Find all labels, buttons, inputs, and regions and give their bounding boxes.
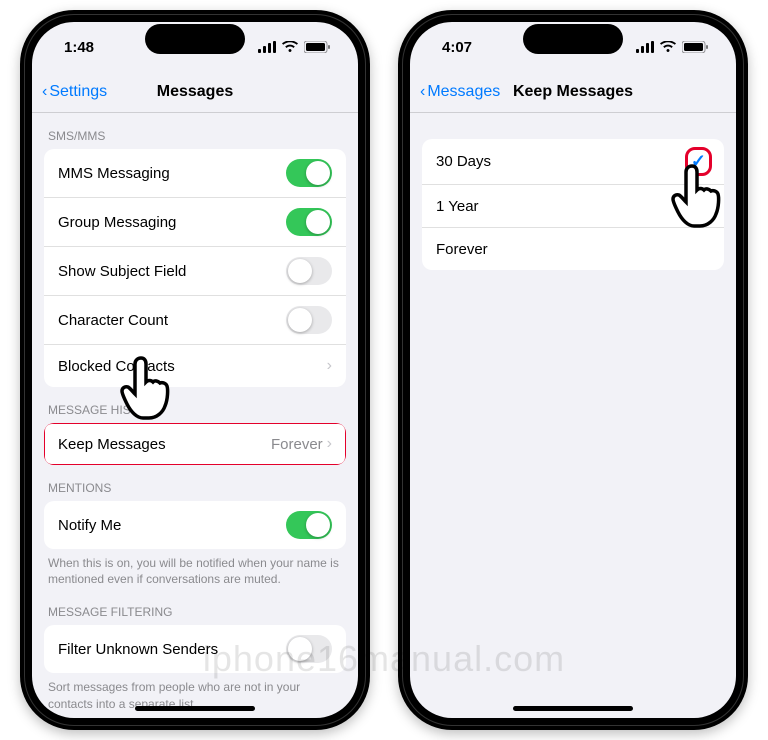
- toggle-filter[interactable]: [286, 635, 332, 663]
- row-label: Blocked Contacts: [58, 358, 175, 375]
- row-label: Notify Me: [58, 517, 121, 534]
- row-option-forever[interactable]: Forever: [422, 227, 724, 270]
- row-label: Show Subject Field: [58, 263, 186, 280]
- row-label: Filter Unknown Senders: [58, 641, 218, 658]
- back-label: Settings: [49, 83, 107, 101]
- checkmark-icon: ✓: [687, 149, 710, 174]
- row-filter-unknown[interactable]: Filter Unknown Senders: [44, 625, 346, 673]
- chevron-left-icon: ‹: [420, 83, 425, 101]
- nav-bar: ‹ Messages Keep Messages: [410, 72, 736, 113]
- chevron-right-icon: ›: [327, 357, 332, 375]
- row-label: 30 Days: [436, 153, 491, 170]
- battery-icon: [682, 41, 708, 53]
- status-time: 4:07: [442, 39, 472, 56]
- dynamic-island: [523, 24, 623, 54]
- row-value: Forever: [271, 436, 323, 453]
- home-indicator[interactable]: [135, 706, 255, 711]
- row-notify-me[interactable]: Notify Me: [44, 501, 346, 549]
- phone-left-frame: 1:48 ‹ Settings Messages SMS/MMS MM: [20, 10, 370, 730]
- row-character-count[interactable]: Character Count: [44, 295, 346, 344]
- row-label: Character Count: [58, 312, 168, 329]
- row-blocked-contacts[interactable]: Blocked Contacts ›: [44, 344, 346, 387]
- wifi-icon: [282, 41, 298, 53]
- section-header-history: MESSAGE HISTORY: [32, 387, 358, 423]
- toggle-charcount[interactable]: [286, 306, 332, 334]
- row-show-subject[interactable]: Show Subject Field: [44, 246, 346, 295]
- back-label: Messages: [427, 83, 500, 101]
- row-keep-messages[interactable]: Keep Messages Forever ›: [44, 423, 346, 465]
- wifi-icon: [660, 41, 676, 53]
- home-indicator[interactable]: [513, 706, 633, 711]
- row-label: MMS Messaging: [58, 165, 170, 182]
- section-header-sms: SMS/MMS: [32, 113, 358, 149]
- phone-right-frame: 4:07 ‹ Messages Keep Messages 30 Days: [398, 10, 748, 730]
- section-header-audio: AUDIO MESSAGES: [32, 714, 358, 718]
- row-option-30days[interactable]: 30 Days ✓: [422, 139, 724, 184]
- section-header-mentions: MENTIONS: [32, 465, 358, 501]
- toggle-notify[interactable]: [286, 511, 332, 539]
- dynamic-island: [145, 24, 245, 54]
- row-label: Keep Messages: [58, 436, 166, 453]
- back-button[interactable]: ‹ Settings: [42, 83, 107, 101]
- row-label: 1 Year: [436, 198, 479, 215]
- battery-icon: [304, 41, 330, 53]
- status-time: 1:48: [64, 39, 94, 56]
- chevron-right-icon: ›: [327, 435, 332, 453]
- row-option-1year[interactable]: 1 Year: [422, 184, 724, 227]
- back-button[interactable]: ‹ Messages: [420, 83, 500, 101]
- row-label: Group Messaging: [58, 214, 176, 231]
- section-footer-notify: When this is on, you will be notified wh…: [32, 549, 358, 589]
- toggle-group[interactable]: [286, 208, 332, 236]
- row-group-messaging[interactable]: Group Messaging: [44, 197, 346, 246]
- signal-icon: [258, 41, 276, 53]
- section-header-filter: MESSAGE FILTERING: [32, 589, 358, 625]
- row-mms-messaging[interactable]: MMS Messaging: [44, 149, 346, 197]
- toggle-mms[interactable]: [286, 159, 332, 187]
- toggle-subject[interactable]: [286, 257, 332, 285]
- row-label: Forever: [436, 241, 488, 258]
- signal-icon: [636, 41, 654, 53]
- nav-bar: ‹ Settings Messages: [32, 72, 358, 113]
- chevron-left-icon: ‹: [42, 83, 47, 101]
